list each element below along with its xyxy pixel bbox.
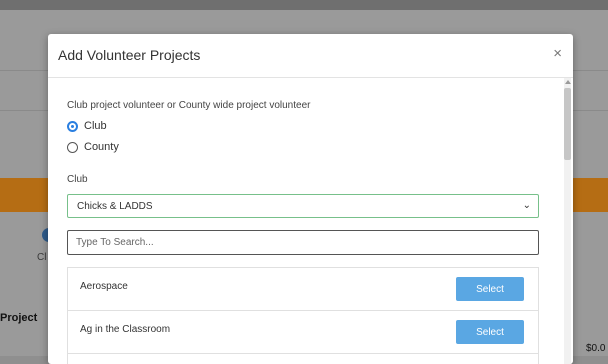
list-item: Aerospace Select (68, 268, 538, 311)
radio-county[interactable]: County (67, 139, 119, 155)
radio-button-checked[interactable] (67, 120, 78, 132)
background-topbar (0, 0, 608, 10)
radio-label: Club (84, 120, 107, 132)
scroll-thumb[interactable] (564, 88, 571, 160)
background-amount: $0.0 (586, 343, 606, 354)
list-item: Ag in the Classroom Select (68, 311, 538, 354)
volunteer-type-question: Club project volunteer or County wide pr… (67, 100, 311, 111)
chevron-down-icon[interactable]: ⌄ (523, 200, 531, 211)
modal-header: Add Volunteer Projects × (48, 34, 573, 78)
background-text: Cl (37, 252, 47, 263)
close-icon[interactable]: × (553, 45, 562, 62)
club-select[interactable]: Chicks & LADDS ⌄ (67, 194, 539, 218)
radio-label: County (84, 141, 119, 153)
project-name: Ag in the Classroom (80, 324, 171, 335)
modal-title: Add Volunteer Projects (58, 47, 201, 63)
background-banner (572, 178, 608, 212)
select-button[interactable]: Select (456, 320, 524, 344)
project-name: Aerospace (80, 281, 128, 292)
scroll-up-arrow-icon[interactable] (565, 80, 571, 84)
background-banner (0, 178, 48, 212)
select-button[interactable]: Select (456, 277, 524, 301)
radio-club[interactable]: Club (67, 118, 107, 134)
modal-scrollbar[interactable] (564, 78, 571, 364)
club-select-value: Chicks & LADDS (77, 201, 153, 212)
project-list: Aerospace Select Ag in the Classroom Sel… (67, 267, 539, 364)
background-column-header: Project (0, 312, 38, 324)
club-label: Club (67, 174, 88, 185)
search-input[interactable] (67, 230, 539, 255)
radio-button[interactable] (67, 141, 78, 153)
add-volunteer-projects-modal: Add Volunteer Projects × Club project vo… (48, 34, 573, 364)
